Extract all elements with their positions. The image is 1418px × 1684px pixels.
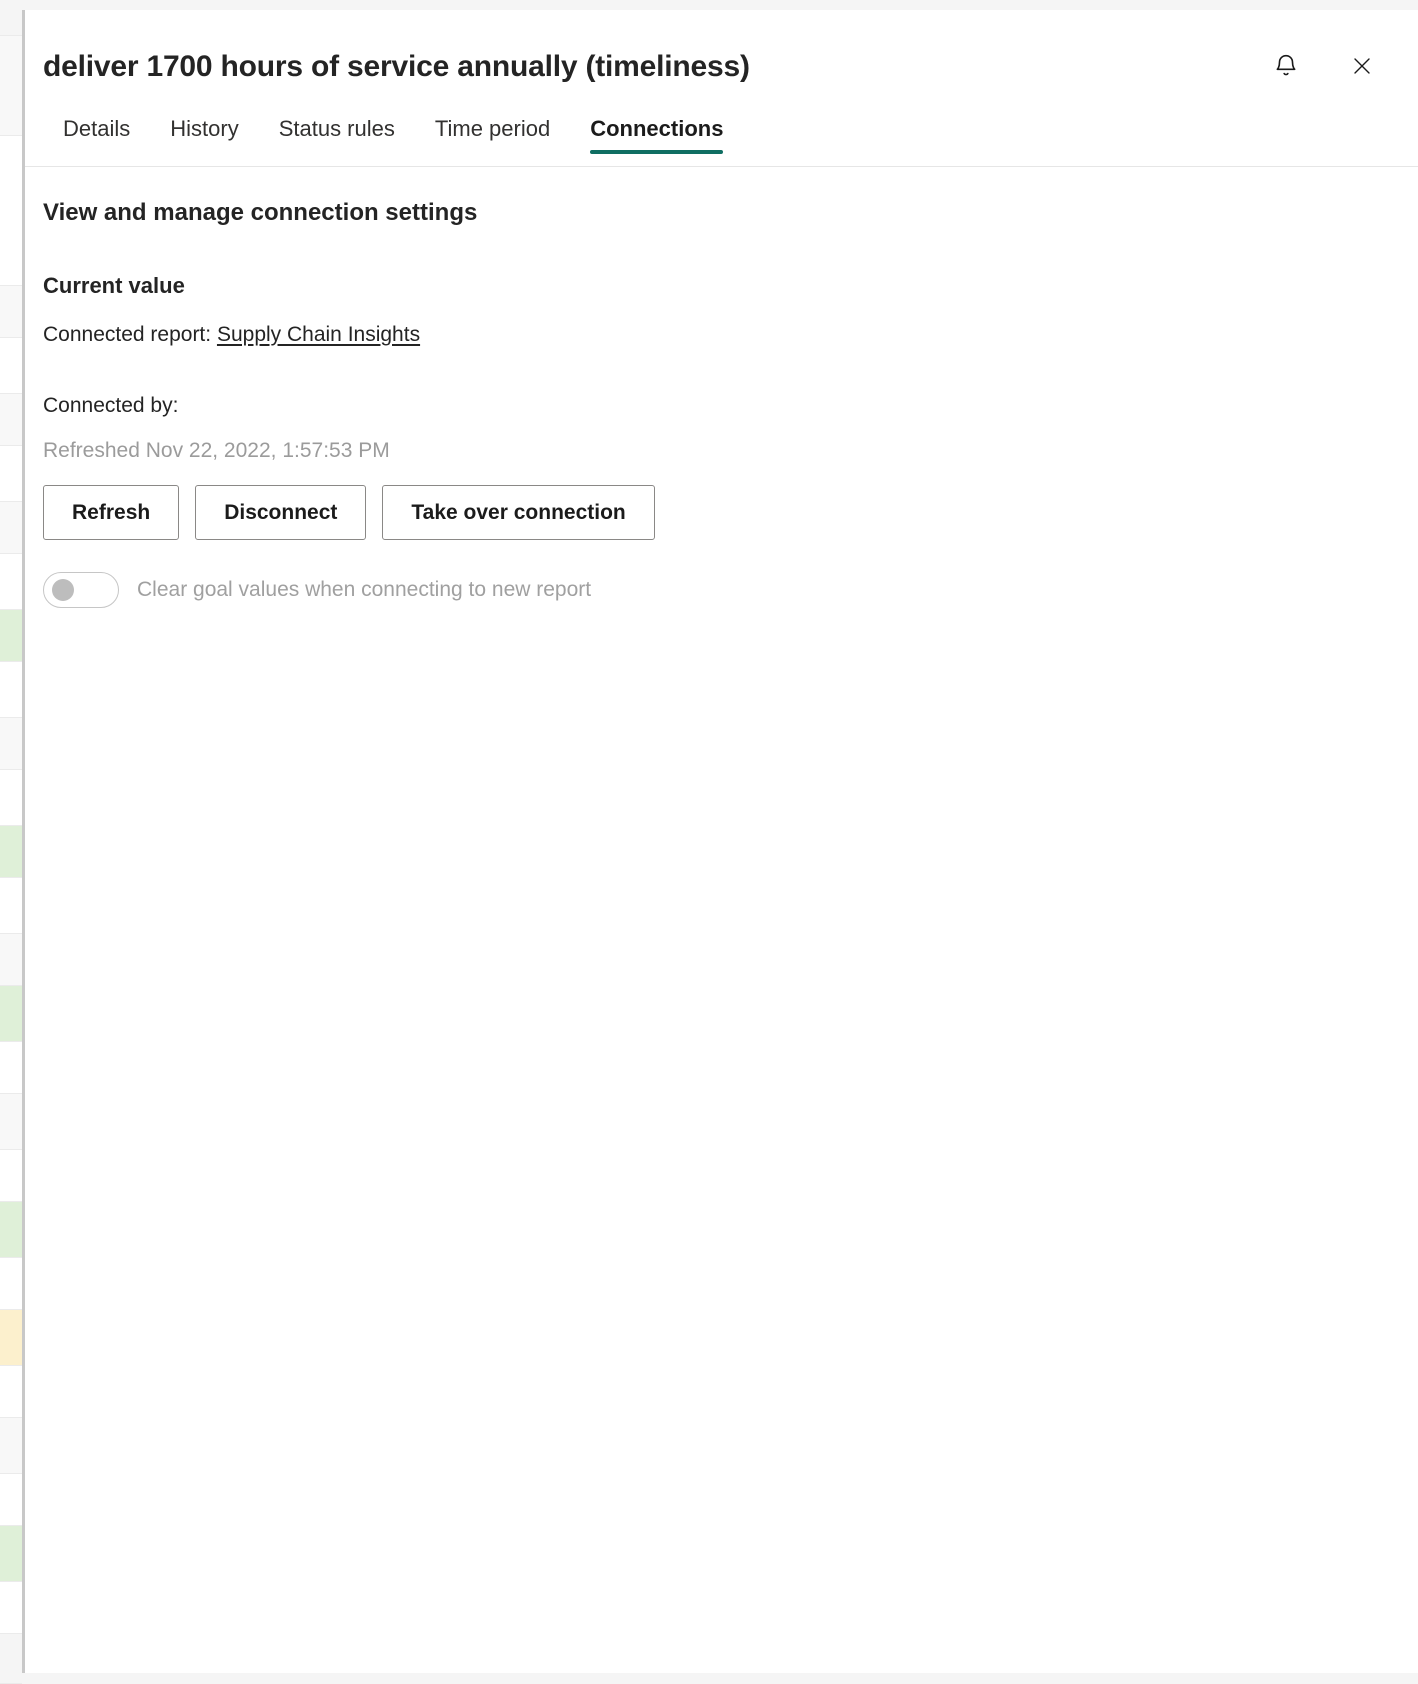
close-icon[interactable] bbox=[1346, 50, 1378, 82]
tab-status-rules[interactable]: Status rules bbox=[259, 108, 415, 166]
background-list-row bbox=[0, 986, 22, 1042]
tab-history[interactable]: History bbox=[150, 108, 258, 166]
background-list-strip bbox=[0, 0, 22, 1684]
background-list-row bbox=[0, 394, 22, 446]
tab-bar: Details History Status rules Time period… bbox=[25, 86, 1418, 167]
bell-icon[interactable] bbox=[1270, 50, 1302, 82]
clear-goal-values-row: Clear goal values when connecting to new… bbox=[43, 572, 1378, 609]
background-list-row bbox=[0, 1474, 22, 1526]
toggle-knob bbox=[52, 579, 74, 602]
connections-tab-content: View and manage connection settings Curr… bbox=[25, 167, 1418, 1674]
background-list-row bbox=[0, 338, 22, 394]
connected-report-row: Connected report: Supply Chain Insights bbox=[43, 321, 1378, 348]
background-list-row bbox=[0, 1258, 22, 1310]
goal-details-panel: deliver 1700 hours of service annually (… bbox=[22, 10, 1418, 1673]
background-list-row bbox=[0, 662, 22, 718]
background-list-row bbox=[0, 718, 22, 770]
section-heading: View and manage connection settings bbox=[43, 198, 478, 226]
background-list-row bbox=[0, 1150, 22, 1202]
tab-details[interactable]: Details bbox=[43, 108, 150, 166]
panel-header: deliver 1700 hours of service annually (… bbox=[25, 10, 1418, 86]
background-list-row bbox=[0, 36, 22, 136]
background-list-row bbox=[0, 934, 22, 986]
background-list-row bbox=[0, 878, 22, 934]
connected-report-label: Connected report: bbox=[43, 322, 212, 346]
background-list-row bbox=[0, 770, 22, 826]
background-list-row bbox=[0, 610, 22, 662]
clear-goal-values-label: Clear goal values when connecting to new… bbox=[137, 578, 592, 602]
background-list-row bbox=[0, 826, 22, 878]
disconnect-button[interactable]: Disconnect bbox=[195, 485, 367, 541]
tab-time-period[interactable]: Time period bbox=[415, 108, 570, 166]
connected-by-label: Connected by: bbox=[43, 393, 179, 417]
background-list-row bbox=[0, 1042, 22, 1094]
tab-connections[interactable]: Connections bbox=[570, 108, 743, 166]
background-list-row bbox=[0, 1094, 22, 1150]
background-list-row bbox=[0, 446, 22, 502]
background-list-row bbox=[0, 286, 22, 338]
background-list-row bbox=[0, 502, 22, 554]
background-list-row bbox=[0, 1418, 22, 1474]
connected-report-link[interactable]: Supply Chain Insights bbox=[217, 323, 420, 346]
page-title: deliver 1700 hours of service annually (… bbox=[43, 50, 750, 83]
current-value-heading: Current value bbox=[43, 272, 185, 298]
background-list-row bbox=[0, 1310, 22, 1366]
background-list-row bbox=[0, 0, 22, 36]
background-list-row bbox=[0, 1202, 22, 1258]
background-list-row bbox=[0, 1634, 22, 1684]
header-actions bbox=[1270, 50, 1378, 82]
refresh-button[interactable]: Refresh bbox=[43, 485, 180, 541]
refreshed-timestamp: Refreshed Nov 22, 2022, 1:57:53 PM bbox=[43, 439, 390, 463]
background-list-row bbox=[0, 136, 22, 286]
background-list-row bbox=[0, 1526, 22, 1582]
take-over-connection-button[interactable]: Take over connection bbox=[382, 485, 655, 541]
connection-action-buttons: Refresh Disconnect Take over connection bbox=[43, 485, 1378, 541]
background-list-row bbox=[0, 1366, 22, 1418]
background-list-row bbox=[0, 1582, 22, 1634]
background-list-row bbox=[0, 554, 22, 610]
clear-goal-values-toggle[interactable] bbox=[43, 572, 119, 609]
